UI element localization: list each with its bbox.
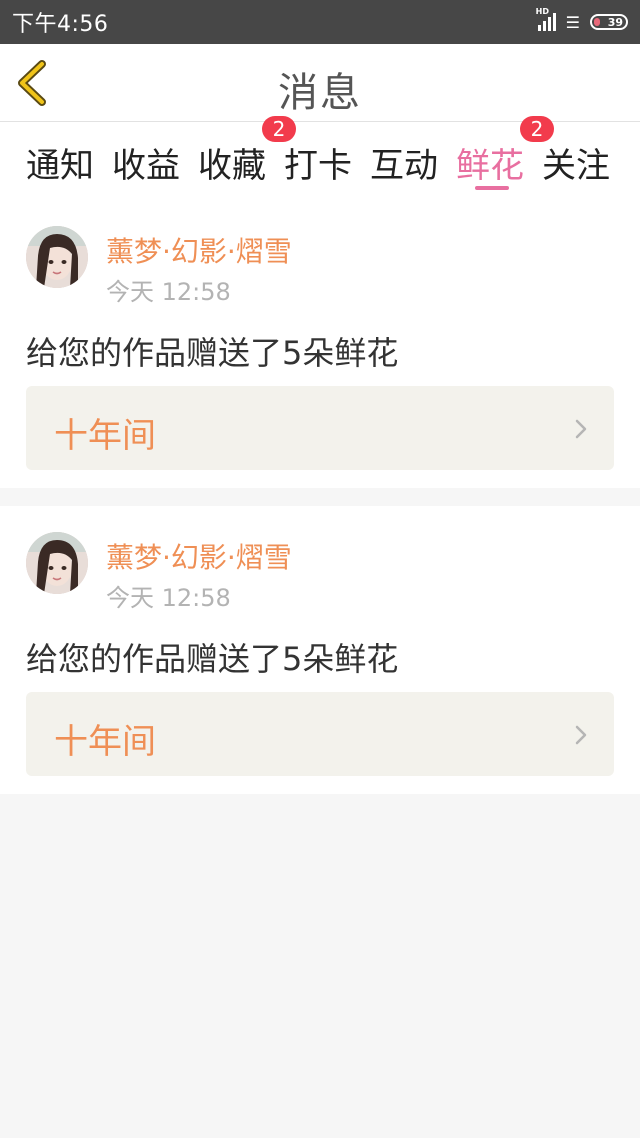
wifi-icon: ☰ [565,12,580,32]
chevron-right-icon [575,419,587,439]
message-card: 薰梦·幻影·熠雪 今天 12:58 给您的作品赠送了5朵鲜花 十年间 [0,194,640,488]
page-title: 消息 [278,70,362,116]
message-card: 薰梦·幻影·熠雪 今天 12:58 给您的作品赠送了5朵鲜花 十年间 [0,506,640,794]
active-tab-indicator [475,186,509,190]
tab-interactions[interactable]: 互动 [370,138,438,187]
work-link[interactable]: 十年间 [26,692,614,776]
battery-level: 39 [607,15,623,29]
top-nav-bar: 消息 [0,44,640,122]
message-text: 给您的作品赠送了5朵鲜花 [26,640,399,678]
follows-badge: 2 [520,116,554,142]
tab-favorites[interactable]: 收藏 [198,138,266,187]
network-type: HD [535,7,549,16]
work-title: 十年间 [54,416,156,456]
tab-flowers[interactable]: 鲜花 [456,138,524,187]
favorites-badge: 2 [262,116,296,142]
status-bar: 下午4:56 HD ☰ 39 [0,0,640,44]
message-time: 今天 12:58 [106,584,231,612]
work-title: 十年间 [54,722,156,762]
work-link[interactable]: 十年间 [26,386,614,470]
tab-checkin[interactable]: 打卡 [284,138,352,187]
status-icons: HD ☰ 39 [536,7,628,32]
signal-icon: HD [536,7,556,31]
chevron-right-icon [575,725,587,745]
avatar[interactable] [26,226,88,288]
avatar[interactable] [26,532,88,594]
tab-notifications[interactable]: 通知 [26,138,94,187]
tab-earnings[interactable]: 收益 [112,138,180,187]
sender-name[interactable]: 薰梦·幻影·熠雪 [106,230,292,270]
message-time: 今天 12:58 [106,278,231,306]
message-text: 给您的作品赠送了5朵鲜花 [26,334,399,372]
sender-name[interactable]: 薰梦·幻影·熠雪 [106,536,292,576]
battery-icon: 39 [590,14,628,30]
status-time: 下午4:56 [12,12,109,37]
tab-follows[interactable]: 关注 [542,138,610,187]
